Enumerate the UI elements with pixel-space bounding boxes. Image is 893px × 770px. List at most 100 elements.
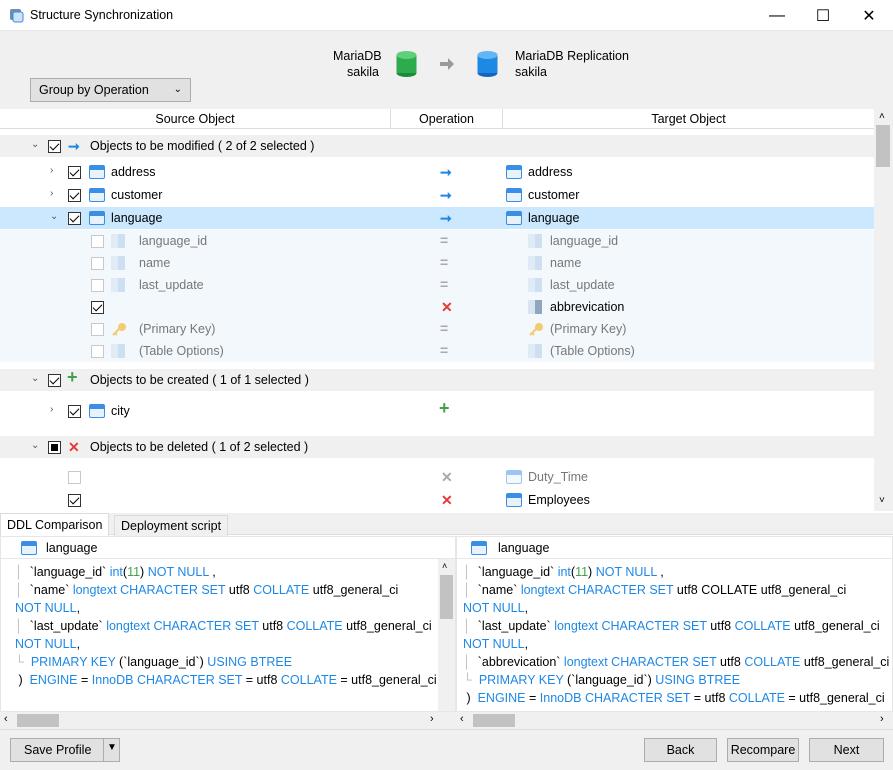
field-checkbox[interactable] bbox=[91, 345, 104, 358]
table-icon bbox=[89, 211, 105, 225]
customer-checkbox[interactable] bbox=[68, 189, 81, 202]
field-checkbox[interactable] bbox=[91, 235, 104, 248]
tree-row-address[interactable]: › address ➞ address bbox=[0, 161, 874, 183]
source-primary-key: (Primary Key) bbox=[139, 322, 216, 336]
city-checkbox[interactable] bbox=[68, 405, 81, 418]
field-checkbox[interactable] bbox=[91, 279, 104, 292]
ddl-target-hscroll[interactable]: ‹ › bbox=[456, 712, 893, 729]
tree-row-duty-time[interactable]: ✕ Duty_Time bbox=[0, 466, 874, 488]
source-db-info: MariaDB sakila bbox=[333, 48, 382, 80]
source-field: name bbox=[139, 256, 171, 270]
group-deleted-row[interactable]: ⌄ ✕ Objects to be deleted ( 1 of 2 selec… bbox=[0, 436, 874, 458]
ddl-target-code: │ `language_id` int(11) NOT NULL , │ `na… bbox=[463, 565, 890, 705]
delete-icon: ✕ bbox=[441, 299, 453, 315]
target-customer: customer bbox=[528, 188, 580, 202]
expand-icon[interactable]: › bbox=[50, 188, 60, 199]
address-checkbox[interactable] bbox=[68, 166, 81, 179]
minimize-button[interactable]: — bbox=[754, 0, 800, 31]
back-button[interactable]: Back bbox=[644, 738, 717, 762]
target-field: abbrevication bbox=[550, 300, 625, 314]
employees-checkbox[interactable] bbox=[68, 494, 81, 507]
tree-row-field[interactable]: language_id = language_id bbox=[0, 230, 874, 252]
group-created-checkbox[interactable] bbox=[48, 374, 61, 387]
scroll-up-icon[interactable]: ˄ bbox=[879, 111, 885, 122]
modify-arrow-icon: ➞ bbox=[440, 187, 452, 203]
source-column-header[interactable]: Source Object bbox=[0, 109, 391, 129]
source-database-icon bbox=[396, 51, 417, 77]
tree-row-language[interactable]: ⌄ language ➞ language bbox=[0, 207, 874, 229]
tree-row-employees[interactable]: ✕ Employees bbox=[0, 489, 874, 511]
close-button[interactable]: ✕ bbox=[846, 0, 892, 31]
tree-row-customer[interactable]: › customer ➞ customer bbox=[0, 184, 874, 206]
table-icon bbox=[89, 165, 105, 179]
scrollbar-thumb[interactable] bbox=[876, 125, 890, 167]
app-icon bbox=[10, 9, 24, 23]
field-icon bbox=[111, 344, 125, 358]
recompare-button[interactable]: Recompare bbox=[727, 738, 799, 762]
scrollbar-thumb[interactable] bbox=[17, 714, 59, 727]
ddl-source-hscroll[interactable]: ‹ › bbox=[0, 712, 456, 729]
field-icon bbox=[528, 256, 542, 270]
operation-column-header[interactable]: Operation bbox=[391, 109, 503, 129]
column-headers: Source Object Operation Target Object bbox=[0, 109, 874, 129]
collapse-icon[interactable]: ⌄ bbox=[50, 211, 60, 222]
equal-icon: = bbox=[440, 320, 449, 336]
field-checkbox[interactable] bbox=[91, 257, 104, 270]
collapse-icon[interactable]: ⌄ bbox=[31, 440, 41, 451]
dropdown-arrow-icon[interactable]: ▼ bbox=[107, 742, 117, 753]
table-icon bbox=[89, 404, 105, 418]
scroll-right-icon[interactable]: › bbox=[430, 713, 434, 725]
scroll-left-icon[interactable]: ‹ bbox=[460, 713, 464, 725]
scrollbar-thumb[interactable] bbox=[473, 714, 515, 727]
delete-icon: ✕ bbox=[68, 439, 80, 455]
header-panel: MariaDB sakila MariaDB Replication sakil… bbox=[0, 31, 893, 109]
target-column-header[interactable]: Target Object bbox=[503, 109, 874, 129]
group-created-label: Objects to be created ( 1 of 1 selected … bbox=[90, 373, 309, 387]
group-modified-row[interactable]: ⌄ ➞ Objects to be modified ( 2 of 2 sele… bbox=[0, 135, 874, 157]
ddl-source-pane[interactable]: language │ `language_id` int(11) NOT NUL… bbox=[0, 536, 456, 712]
scroll-down-icon[interactable]: ˅ bbox=[879, 495, 885, 506]
group-modified-checkbox[interactable] bbox=[48, 140, 61, 153]
expand-icon[interactable]: › bbox=[50, 165, 60, 176]
group-by-value: Group by Operation bbox=[39, 83, 149, 97]
tab-deployment-script[interactable]: Deployment script bbox=[114, 515, 229, 536]
next-button[interactable]: Next bbox=[809, 738, 884, 762]
field-checkbox[interactable] bbox=[91, 301, 104, 314]
field-icon bbox=[111, 256, 125, 270]
tree-row-primary-key[interactable]: (Primary Key) = (Primary Key) bbox=[0, 318, 874, 340]
tree-row-field-abbrevication[interactable]: ✕ abbrevication bbox=[0, 296, 874, 318]
key-icon bbox=[529, 323, 543, 336]
source-db-name: MariaDB bbox=[333, 49, 382, 63]
tree-row-field[interactable]: name = name bbox=[0, 252, 874, 274]
field-checkbox[interactable] bbox=[91, 323, 104, 336]
ddl-source-vscroll[interactable]: ˄ bbox=[438, 559, 455, 711]
tree-row-table-options[interactable]: (Table Options) = (Table Options) bbox=[0, 340, 874, 362]
group-deleted-checkbox[interactable] bbox=[48, 441, 61, 454]
scroll-right-icon[interactable]: › bbox=[880, 713, 884, 725]
save-profile-button[interactable]: Save Profile ▼ bbox=[10, 738, 120, 762]
source-table-options: (Table Options) bbox=[139, 344, 224, 358]
target-field: name bbox=[550, 256, 582, 270]
maximize-button[interactable]: ☐ bbox=[800, 0, 846, 31]
table-icon bbox=[21, 541, 37, 555]
expand-icon[interactable]: › bbox=[50, 404, 60, 415]
ddl-target-pane[interactable]: language │ `language_id` int(11) NOT NUL… bbox=[456, 536, 893, 712]
group-deleted-label: Objects to be deleted ( 1 of 2 selected … bbox=[90, 440, 309, 454]
sync-tree: ⌄ ➞ Objects to be modified ( 2 of 2 sele… bbox=[0, 129, 874, 511]
minimize-icon: — bbox=[769, 6, 785, 24]
language-checkbox[interactable] bbox=[68, 212, 81, 225]
scroll-left-icon[interactable]: ‹ bbox=[4, 713, 8, 725]
scroll-up-icon[interactable]: ˄ bbox=[442, 561, 447, 571]
tab-ddl-comparison[interactable]: DDL Comparison bbox=[0, 513, 110, 536]
collapse-icon[interactable]: ⌄ bbox=[31, 373, 41, 384]
group-by-dropdown[interactable]: Group by Operation ⌄ bbox=[30, 78, 191, 102]
collapse-icon[interactable]: ⌄ bbox=[31, 139, 41, 150]
tree-scrollbar[interactable]: ˄ ˅ bbox=[874, 109, 893, 511]
scrollbar-thumb[interactable] bbox=[440, 575, 453, 619]
group-created-row[interactable]: ⌄ + Objects to be created ( 1 of 1 selec… bbox=[0, 368, 874, 391]
field-icon bbox=[528, 234, 542, 248]
source-field: last_update bbox=[139, 278, 204, 292]
tree-row-city[interactable]: › city + bbox=[0, 399, 874, 422]
tree-row-field[interactable]: last_update = last_update bbox=[0, 274, 874, 296]
duty-time-checkbox[interactable] bbox=[68, 471, 81, 484]
